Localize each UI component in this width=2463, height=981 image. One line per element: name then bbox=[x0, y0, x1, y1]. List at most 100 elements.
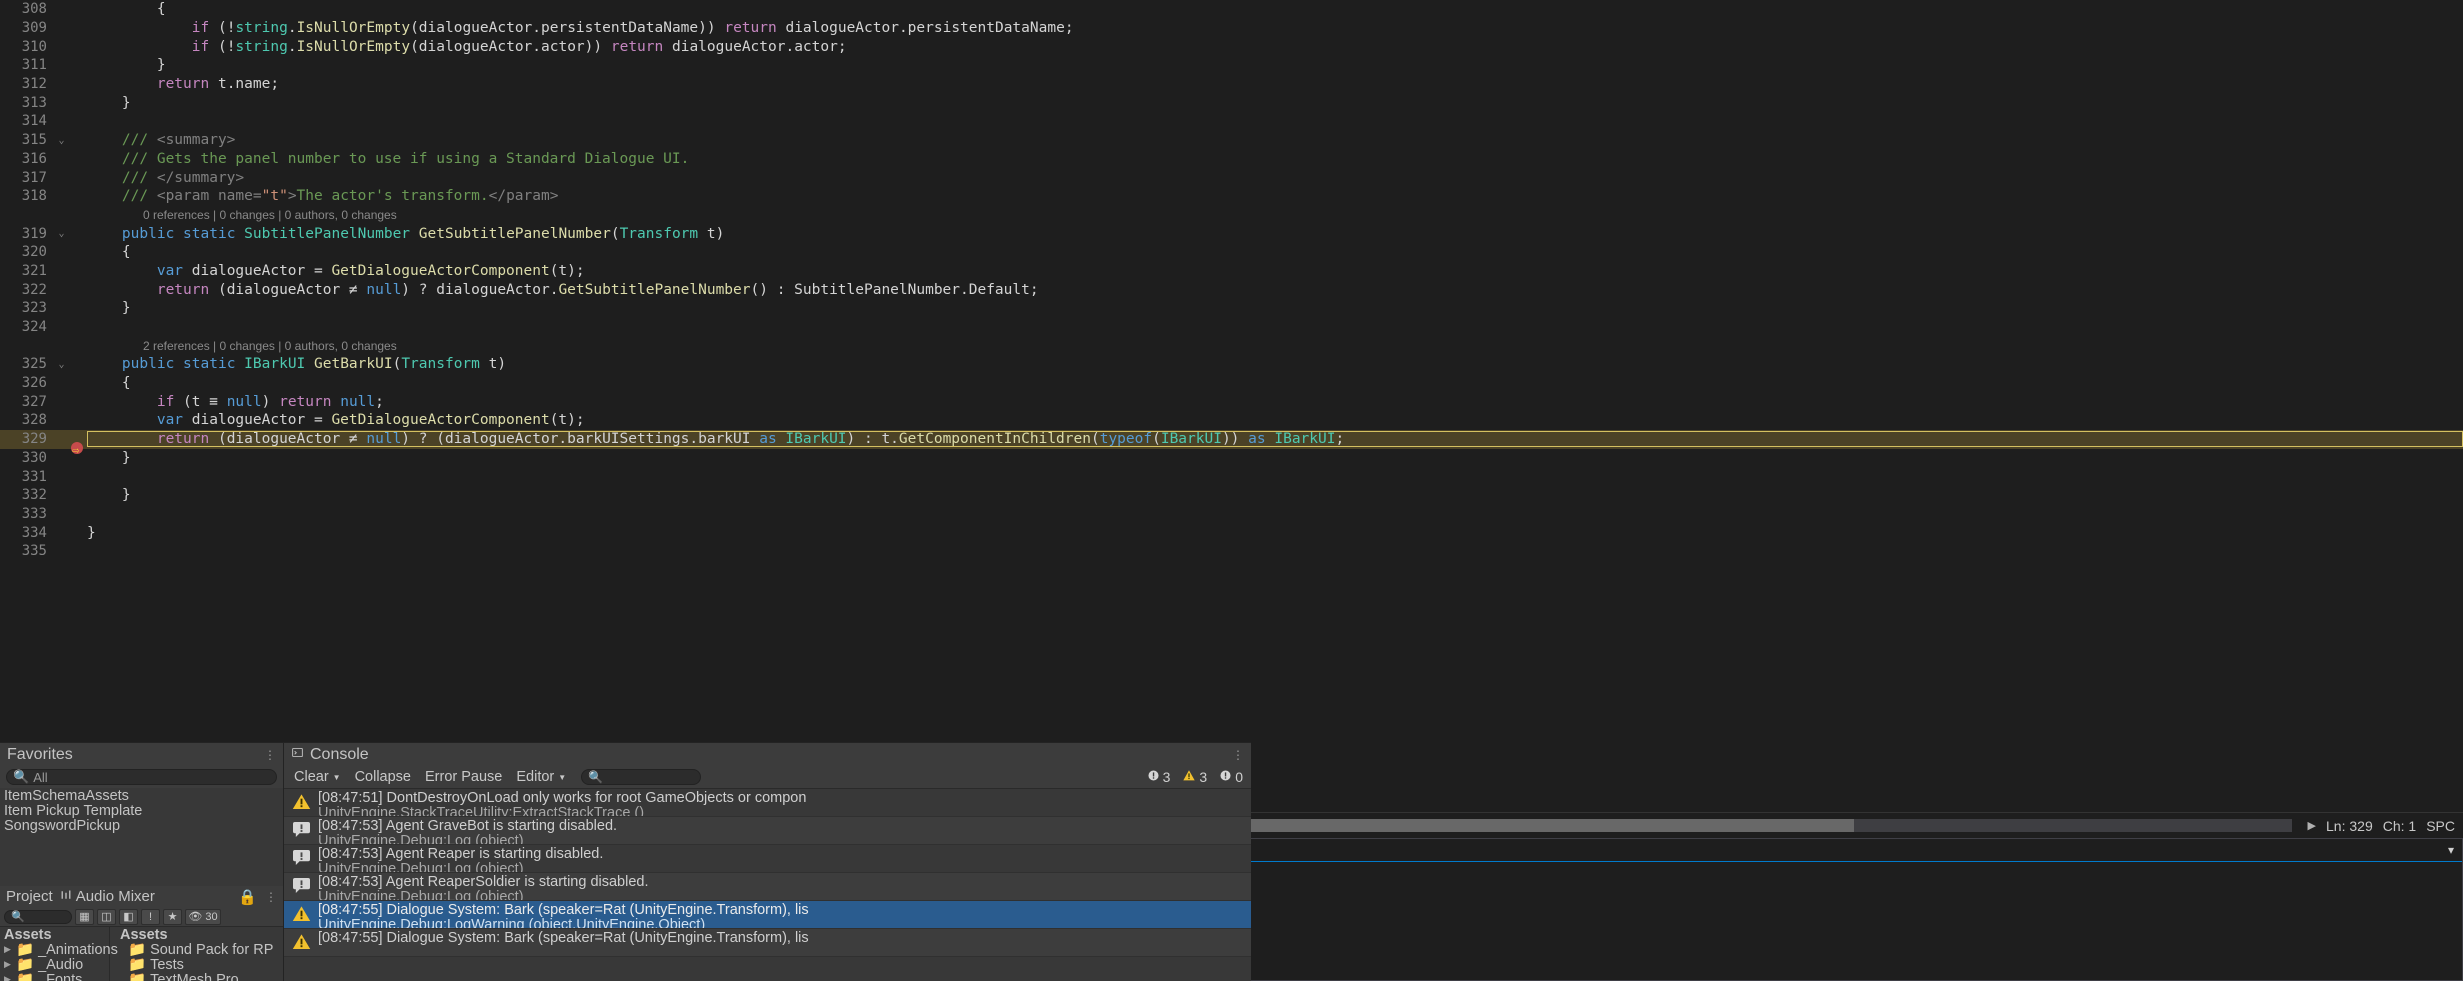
warning-count[interactable]: 3 bbox=[1177, 769, 1212, 785]
log-count[interactable]: 3 bbox=[1142, 769, 1176, 785]
code-line[interactable]: 315 ⌄ /// <summary> bbox=[0, 131, 2463, 150]
favorites-menu-icon[interactable]: ⋮ bbox=[264, 749, 276, 761]
favorites-header[interactable]: Favorites ⋮ bbox=[0, 743, 283, 766]
editor-button[interactable]: Editor ▼ bbox=[509, 768, 573, 786]
filter-favorite-icon[interactable]: ★ bbox=[163, 908, 182, 925]
current-line-arrow-icon: ⇨ bbox=[72, 443, 80, 458]
assets-root-right[interactable]: Assets bbox=[110, 927, 283, 943]
code-line[interactable]: 322 return (dialogueActor ≠ null) ? dial… bbox=[0, 280, 2463, 299]
code-line[interactable]: 323 } bbox=[0, 299, 2463, 318]
project-browser[interactable]: Assets ▶📁_Animations▶📁_Audio▶📁_Fonts▶📁_I… bbox=[0, 927, 283, 981]
code-line[interactable]: 324 bbox=[0, 318, 2463, 337]
lock-icon[interactable]: 🔒 bbox=[238, 888, 257, 906]
project-right-list[interactable]: 📁Sound Pack for RP📁Tests📁TextMesh Pro📁Ti… bbox=[110, 942, 283, 981]
code-line[interactable]: 310 if (!string.IsNullOrEmpty(dialogueAc… bbox=[0, 37, 2463, 56]
code-line[interactable]: 317 /// </summary> bbox=[0, 168, 2463, 187]
project-contents[interactable]: Assets 📁 Sound Pack for RP 📁 Tests 📁 TextMesh… bbox=[110, 927, 283, 981]
fold-icon[interactable]: ⌄ bbox=[53, 228, 70, 239]
console-log-row[interactable]: [08:47:53] Agent Reaper is starting disa… bbox=[284, 845, 1251, 873]
filter-prefab-icon[interactable]: ◧ bbox=[119, 908, 138, 925]
code-line[interactable]: 326 { bbox=[0, 374, 2463, 393]
favorites-search-input[interactable]: 🔍 All bbox=[6, 769, 277, 785]
console-toolbar[interactable]: Clear ▼ Collapse Error Pause Editor ▼ 🔍 … bbox=[284, 766, 1251, 789]
console-search-input[interactable]: 🔍 bbox=[581, 769, 702, 785]
code-line[interactable]: 328 var dialogueActor = GetDialogueActor… bbox=[0, 411, 2463, 430]
project-menu-icon[interactable]: ⋮ bbox=[265, 891, 277, 903]
console-menu-icon[interactable]: ⋮ bbox=[1232, 749, 1244, 761]
chevron-right-icon[interactable]: ▶ bbox=[4, 959, 16, 970]
chevron-down-icon[interactable]: ▾ bbox=[2448, 843, 2454, 857]
console-log-row[interactable]: [08:47:55] Dialogue System: Bark (speake… bbox=[284, 929, 1251, 957]
code-line[interactable]: 2 references | 0 changes | 0 authors, 0 … bbox=[0, 336, 2463, 355]
favorites-item[interactable]: ItemSchemaAssets bbox=[0, 788, 283, 804]
chevron-down-icon[interactable]: ▼ bbox=[333, 773, 341, 782]
code-line[interactable]: 327 if (t ≡ null) return null; bbox=[0, 392, 2463, 411]
line-number: 317 bbox=[21, 169, 47, 186]
fold-icon[interactable]: ⌄ bbox=[53, 359, 70, 370]
code-editor[interactable]: 308 {309 if (!string.IsNullOrEmpty(dialo… bbox=[0, 0, 2463, 812]
code-line[interactable]: 311 } bbox=[0, 56, 2463, 75]
project-asset-item[interactable]: 📁 Tests bbox=[110, 956, 283, 974]
chevron-down-icon[interactable]: ▼ bbox=[558, 773, 566, 782]
code-line[interactable]: 309 if (!string.IsNullOrEmpty(dialogueAc… bbox=[0, 19, 2463, 38]
project-asset-label: Tests bbox=[150, 956, 184, 973]
project-folder-tree[interactable]: Assets ▶📁_Animations▶📁_Audio▶📁_Fonts▶📁_I… bbox=[0, 927, 118, 981]
code-line[interactable]: 331 bbox=[0, 467, 2463, 486]
warning-icon bbox=[292, 793, 311, 810]
code-line[interactable]: 313 } bbox=[0, 93, 2463, 112]
project-search-input[interactable]: 🔍 bbox=[4, 909, 72, 924]
favorites-search-row[interactable]: 🔍 All bbox=[0, 766, 283, 788]
code-line[interactable]: 325 ⌄ public static IBarkUI GetBarkUI(Tra… bbox=[0, 355, 2463, 374]
code-line[interactable]: 314 bbox=[0, 112, 2463, 131]
code-line[interactable]: 316 /// Gets the panel number to use if … bbox=[0, 150, 2463, 169]
project-folder-item[interactable]: ▶ 📁 _Fonts bbox=[0, 972, 109, 981]
code-line-current[interactable]: 329 ⇨ return (dialogueActor ≠ null) ? (di… bbox=[0, 429, 2463, 457]
collapse-button[interactable]: Collapse bbox=[348, 768, 418, 786]
project-folder-item[interactable]: ▶ 📁 _Audio bbox=[0, 957, 109, 974]
favorites-item[interactable]: Item Pickup Template bbox=[0, 803, 283, 819]
code-line[interactable]: 335 bbox=[0, 542, 2463, 561]
console-panel[interactable]: Console ⋮ Clear ▼ Collapse Error Pause E… bbox=[283, 742, 1251, 981]
code-line[interactable]: 308 { bbox=[0, 0, 2463, 19]
filter-scripts-icon[interactable]: ◫ bbox=[97, 908, 116, 925]
code-line[interactable]: 0 references | 0 changes | 0 authors, 0 … bbox=[0, 206, 2463, 225]
code-line[interactable]: 321 var dialogueActor = GetDialogueActor… bbox=[0, 262, 2463, 281]
console-header[interactable]: Console ⋮ bbox=[284, 743, 1251, 766]
console-log-row[interactable]: [08:47:51] DontDestroyOnLoad only works … bbox=[284, 789, 1251, 817]
console-counters[interactable]: 3 3 0 bbox=[1142, 769, 1248, 785]
code-line[interactable]: 333 bbox=[0, 505, 2463, 524]
project-folder-item[interactable]: ▶ 📁 _Animations bbox=[0, 942, 118, 959]
project-panel[interactable]: Project Audio Mixer 🔒 ⋮ 🔍 ▦ ◫ ◧ ! ★ 👁 30… bbox=[0, 886, 283, 981]
project-asset-item[interactable]: 📁 TextMesh Pro bbox=[110, 972, 283, 981]
code-line[interactable]: 332 } bbox=[0, 486, 2463, 505]
chevron-right-icon[interactable]: ▶ bbox=[4, 944, 16, 955]
project-asset-label: Sound Pack for RP bbox=[150, 941, 274, 958]
chevron-right-icon[interactable]: ▶ bbox=[4, 974, 16, 981]
code-line[interactable]: 319 ⌄ public static SubtitlePanelNumber G… bbox=[0, 224, 2463, 243]
assets-root-left[interactable]: Assets bbox=[0, 927, 109, 943]
error-count[interactable]: 0 bbox=[1214, 769, 1248, 785]
project-toolbar[interactable]: 🔍 ▦ ◫ ◧ ! ★ 👁 30 bbox=[0, 907, 283, 927]
favorites-list[interactable]: ItemSchemaAssets Item Pickup Template Song… bbox=[0, 788, 283, 834]
code-line[interactable]: 312 return t.name; bbox=[0, 75, 2463, 94]
fold-icon[interactable]: ⌄ bbox=[53, 135, 70, 146]
code-line[interactable]: 334} bbox=[0, 523, 2463, 542]
filter-all-icon[interactable]: ▦ bbox=[75, 908, 94, 925]
console-log-list[interactable]: [08:47:51] DontDestroyOnLoad only works … bbox=[284, 789, 1251, 957]
scroll-right-icon[interactable]: ▶ bbox=[2308, 819, 2316, 832]
clear-button[interactable]: Clear ▼ bbox=[287, 768, 348, 786]
error-pause-button[interactable]: Error Pause bbox=[418, 768, 509, 786]
code-line[interactable]: 318 /// <param name="t">The actor's tran… bbox=[0, 187, 2463, 206]
visibility-count[interactable]: 👁 30 bbox=[185, 908, 221, 925]
code-line[interactable]: 330 } bbox=[0, 449, 2463, 468]
console-log-row[interactable]: [08:47:53] Agent ReaperSoldier is starti… bbox=[284, 873, 1251, 901]
project-asset-item[interactable]: 📁 Sound Pack for RP bbox=[110, 941, 283, 959]
console-log-row[interactable]: [08:47:53] Agent GraveBot is starting di… bbox=[284, 817, 1251, 845]
filter-warning-icon[interactable]: ! bbox=[141, 908, 160, 925]
tab-audio-mixer[interactable]: Audio Mixer bbox=[60, 888, 155, 905]
console-log-row[interactable]: [08:47:55] Dialogue System: Bark (speake… bbox=[284, 901, 1251, 929]
project-header[interactable]: Project Audio Mixer 🔒 ⋮ bbox=[0, 886, 283, 907]
project-left-list[interactable]: ▶📁_Animations▶📁_Audio▶📁_Fonts▶📁_Inventor… bbox=[0, 942, 118, 981]
favorites-item[interactable]: SongswordPickup bbox=[0, 818, 283, 834]
code-line[interactable]: 320 { bbox=[0, 243, 2463, 262]
